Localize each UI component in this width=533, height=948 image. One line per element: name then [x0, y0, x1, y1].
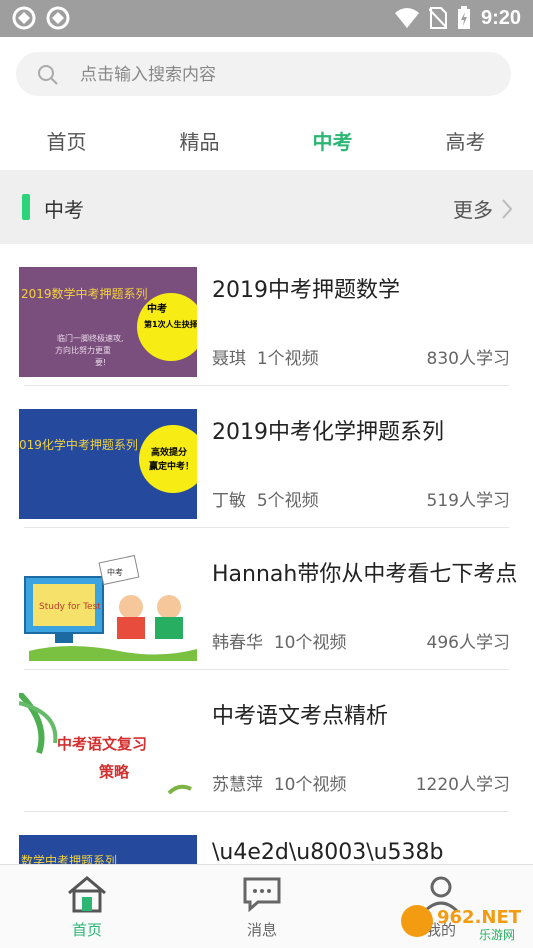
thumb-banner-text: 2019数学中考押题系列: [21, 286, 148, 301]
watermark-brand: 962.NET: [437, 907, 522, 928]
tab-home[interactable]: 首页: [0, 126, 133, 155]
course-thumbnail: Study for Test 中考: [19, 551, 197, 661]
course-item[interactable]: 2019数学中考押题系列 中考 第1次人生抉择！ 临门一脚终极速攻, 方向比努力…: [0, 244, 533, 386]
course-title: 中考语文考点精析: [212, 704, 389, 729]
course-meta: 聂琪 1个视频: [212, 344, 319, 369]
tab-gaokao[interactable]: 高考: [399, 126, 532, 155]
site-watermark: 962.NET 乐游网: [399, 899, 529, 943]
course-video-count: 5个视频: [256, 491, 319, 511]
thumb-line: 策略: [98, 763, 130, 781]
nav-home[interactable]: 首页: [27, 875, 147, 940]
thumb-circle-line: 赢定中考！: [149, 460, 194, 472]
nav-messages[interactable]: 消息: [202, 875, 322, 940]
clock: 9:20: [480, 6, 521, 29]
search-icon: [38, 65, 58, 85]
more-button[interactable]: 更多: [453, 194, 513, 223]
tab-zhongkao[interactable]: 中考: [266, 126, 399, 155]
chevron-right-icon: [502, 198, 513, 219]
course-title: 2019中考化学押题系列: [212, 420, 444, 445]
thumb-body-line: 临门一脚终极速攻,: [57, 333, 124, 343]
course-teacher: 丁敏: [212, 491, 246, 511]
course-item[interactable]: 数学中考押题系列 \u4e2d\u8003\u538b: [0, 812, 533, 864]
message-icon: [243, 877, 281, 913]
course-thumbnail: 数学中考押题系列: [19, 835, 197, 864]
thumb-line: 中考语文复习: [57, 735, 147, 753]
course-teacher: 苏慧萍: [212, 775, 263, 795]
section-header: 中考 更多: [0, 170, 533, 244]
course-title: \u4e2d\u8003\u538b: [212, 840, 444, 864]
app-notification-icon-2: [46, 6, 70, 30]
thumb-circle-line: 高效提分: [151, 446, 187, 458]
app-notification-icon: [12, 6, 36, 30]
course-learners: 1220人学习: [415, 775, 510, 795]
wifi-icon: [394, 8, 419, 28]
thumb-screen-text: Study for Test: [39, 602, 101, 612]
course-thumbnail: 2019数学中考押题系列 中考 第1次人生抉择！ 临门一脚终极速攻, 方向比努力…: [19, 267, 197, 377]
section-title: 中考: [44, 198, 84, 222]
battery-charging-icon: [457, 6, 470, 29]
thumb-circle-text: 中考: [147, 302, 167, 315]
course-list: 2019数学中考押题系列 中考 第1次人生抉择！ 临门一脚终极速攻, 方向比努力…: [0, 244, 533, 864]
course-learners: 830人学习: [426, 349, 510, 369]
thumb-body-line: 要!: [95, 358, 106, 367]
tab-featured[interactable]: 精品: [133, 126, 266, 155]
course-meta: 丁敏 5个视频: [212, 486, 319, 511]
course-thumbnail: 019化学中考押题系列 高效提分 赢定中考！: [19, 409, 197, 519]
no-sim-icon: [428, 7, 447, 29]
course-title: 2019中考押题数学: [212, 278, 400, 303]
more-label: 更多: [453, 198, 493, 222]
thumb-banner-text: 019化学中考押题系列: [19, 437, 138, 452]
section-accent-bar: [22, 194, 30, 220]
course-thumbnail: 中考语文复习 策略: [19, 693, 197, 803]
thumb-circle-line: 第1次人生抉择！: [144, 319, 197, 329]
course-video-count: 1个视频: [256, 349, 319, 369]
course-meta: 苏慧萍 10个视频: [212, 770, 346, 795]
thumb-banner-text: 数学中考押题系列: [21, 853, 117, 864]
search-input[interactable]: [78, 52, 492, 98]
course-learners: 496人学习: [426, 633, 510, 653]
home-icon: [68, 876, 106, 913]
course-item[interactable]: 中考语文复习 策略 中考语文考点精析 苏慧萍 10个视频 1220人学习: [0, 670, 533, 812]
course-teacher: 聂琪: [212, 349, 246, 369]
nav-messages-label: 消息: [246, 921, 277, 939]
nav-home-label: 首页: [71, 921, 102, 939]
thumb-body-line: 方向比努力更重: [55, 345, 111, 355]
category-tabs: 首页 精品 中考 高考: [0, 112, 533, 170]
status-bar: 9:20: [0, 0, 533, 37]
course-title: Hannah带你从中考看七下考点: [212, 562, 518, 587]
course-learners: 519人学习: [426, 491, 510, 511]
course-video-count: 10个视频: [273, 775, 347, 795]
search-bar[interactable]: [16, 52, 511, 98]
course-teacher: 韩春华: [212, 633, 263, 653]
thumb-note-text: 中考: [107, 567, 123, 577]
watermark-sub: 乐游网: [479, 928, 515, 942]
course-item[interactable]: Study for Test 中考 Hannah带你从中考看七下考点 韩春华 1…: [0, 528, 533, 670]
course-video-count: 10个视频: [273, 633, 347, 653]
course-meta: 韩春华 10个视频: [212, 628, 346, 653]
course-item[interactable]: 019化学中考押题系列 高效提分 赢定中考！ 2019中考化学押题系列 丁敏 5…: [0, 386, 533, 528]
